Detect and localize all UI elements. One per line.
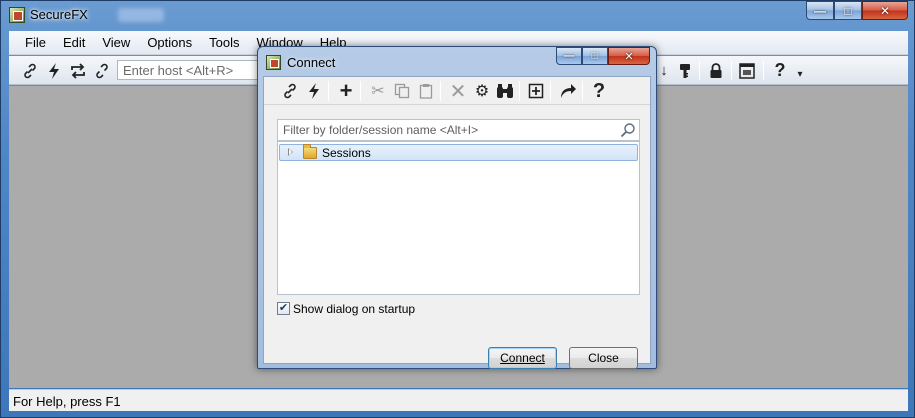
help-icon[interactable]: ?: [771, 60, 789, 80]
toolbar-separator: [731, 61, 732, 80]
session-filter-input[interactable]: [277, 119, 640, 141]
properties-icon[interactable]: ⚙: [472, 81, 492, 101]
quick-connect-icon[interactable]: [304, 81, 324, 101]
dialog-toolbar-separator: [519, 81, 520, 101]
menu-file[interactable]: File: [15, 35, 52, 50]
find-icon[interactable]: [495, 81, 515, 101]
reconnect-icon[interactable]: [69, 62, 87, 79]
dialog-toolbar-separator: [328, 81, 329, 101]
close-button[interactable]: Close: [569, 347, 638, 369]
dialog-toolbar-separator: [582, 81, 583, 101]
tree-item-sessions[interactable]: Sessions: [279, 144, 638, 161]
chevron-down-icon[interactable]: ▾: [791, 66, 809, 83]
status-text: For Help, press F1: [13, 394, 121, 409]
connect-link-icon[interactable]: [280, 81, 300, 101]
search-icon[interactable]: [620, 122, 636, 138]
dialog-close-x-button[interactable]: ✕: [608, 47, 650, 65]
expand-arrow-icon[interactable]: [288, 148, 293, 156]
new-folder-icon[interactable]: [526, 81, 546, 101]
toolbar-separator: [699, 61, 700, 80]
show-on-startup-checkbox[interactable]: ✔: [277, 302, 290, 315]
menu-options[interactable]: Options: [136, 35, 198, 50]
dialog-toolbar-separator: [440, 81, 441, 101]
session-tree[interactable]: Sessions: [277, 141, 640, 295]
host-input[interactable]: [117, 60, 265, 80]
quick-connect-icon[interactable]: [45, 62, 63, 79]
menu-edit[interactable]: Edit: [52, 35, 91, 50]
menu-view[interactable]: View: [91, 35, 136, 50]
dialog-minimize-button[interactable]: —: [556, 47, 582, 65]
folder-icon: [303, 144, 317, 159]
redacted-title-area: [118, 8, 164, 22]
close-window-button[interactable]: ✕: [862, 1, 908, 20]
minimize-button[interactable]: —: [806, 1, 834, 20]
toolbar-separator: [763, 61, 764, 80]
window-controls: — □ ✕: [806, 1, 908, 20]
delete-icon[interactable]: ✕: [448, 81, 468, 103]
disconnect-icon[interactable]: [93, 62, 111, 79]
connect-button-label: Connect: [500, 351, 545, 365]
connect-dialog: Connect — □ ✕ + ✂ ✕ ⚙ ? Filter by folder…: [257, 46, 657, 369]
status-bar: For Help, press F1: [9, 389, 908, 411]
new-session-icon[interactable]: +: [336, 78, 356, 103]
window-title: SecureFX: [30, 7, 88, 22]
dialog-toolbar-separator: [360, 81, 361, 101]
key-icon[interactable]: [676, 62, 694, 79]
show-on-startup-label[interactable]: Show dialog on startup: [293, 302, 415, 316]
session-manager-icon[interactable]: [738, 62, 756, 79]
help-icon[interactable]: ?: [589, 80, 609, 102]
lock-icon[interactable]: [707, 62, 725, 79]
maximize-button[interactable]: □: [834, 1, 862, 20]
dialog-body: + ✂ ✕ ⚙ ? Filter by folder/session name …: [263, 76, 651, 369]
dialog-maximize-button[interactable]: □: [582, 47, 608, 65]
menu-tools[interactable]: Tools: [198, 35, 245, 50]
dialog-window-controls: — □ ✕: [556, 47, 650, 65]
paste-icon[interactable]: [416, 81, 436, 101]
download-arrow-icon[interactable]: ↓: [655, 62, 673, 79]
create-shortcut-icon[interactable]: [558, 81, 578, 101]
copy-icon[interactable]: [392, 81, 412, 101]
dialog-app-icon[interactable]: [266, 55, 281, 70]
cut-icon[interactable]: ✂: [368, 81, 388, 101]
connect-icon[interactable]: [21, 62, 39, 79]
dialog-title: Connect: [287, 55, 336, 70]
connect-button[interactable]: Connect: [488, 347, 557, 369]
dialog-toolbar-separator: [550, 81, 551, 101]
tree-item-label: Sessions: [322, 146, 371, 160]
securefx-app-icon[interactable]: [9, 7, 25, 23]
title-bar[interactable]: SecureFX — □ ✕: [1, 1, 914, 28]
dialog-toolbar: + ✂ ✕ ⚙ ?: [264, 77, 650, 105]
